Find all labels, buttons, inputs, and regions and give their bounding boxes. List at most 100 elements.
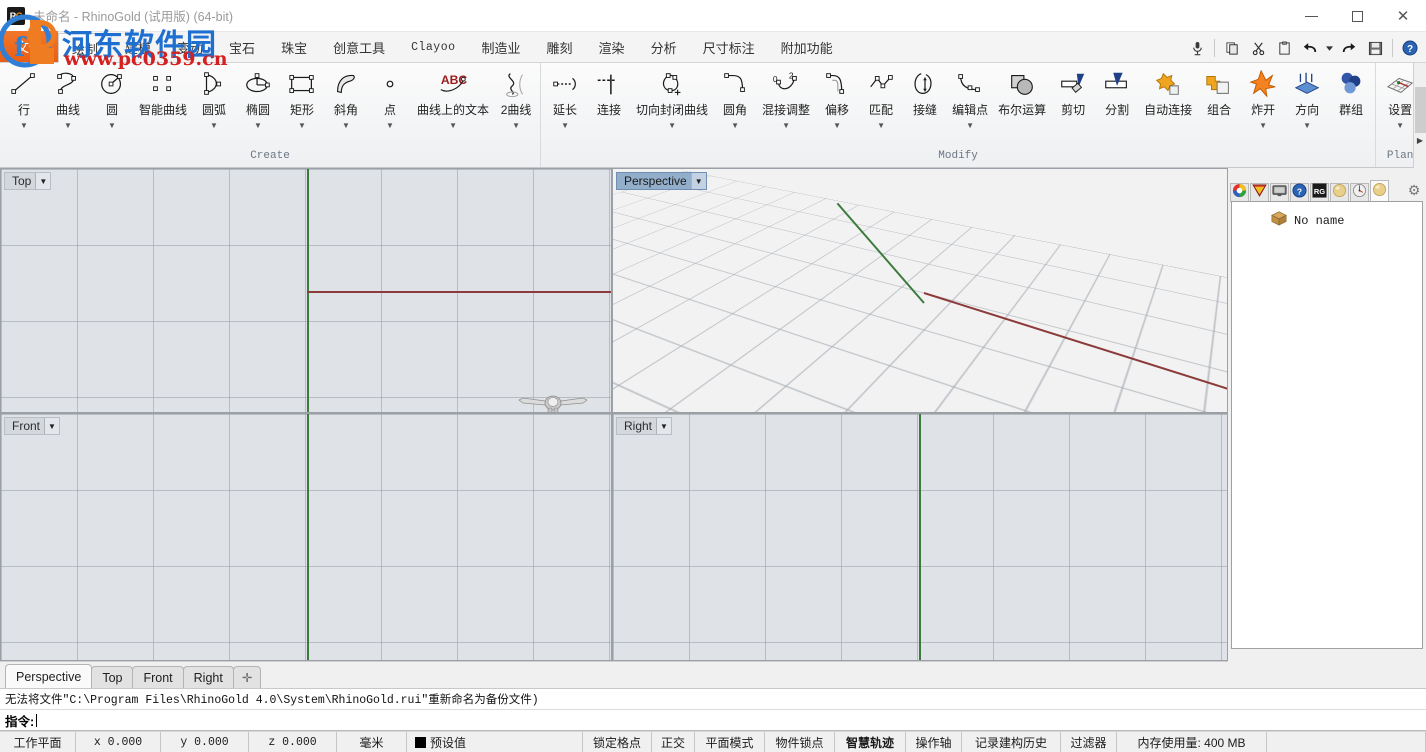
chevron-down-icon[interactable]: ▼ [285, 118, 319, 132]
chevron-down-icon[interactable]: ▼ [690, 173, 706, 189]
chevron-down-icon[interactable]: ▼ [548, 118, 582, 132]
viewport-tab-right[interactable]: Right [182, 666, 234, 688]
ribbon-button-two-curve[interactable]: 2曲线 ▼ [494, 63, 538, 132]
menu-tab-11[interactable]: 分析 [638, 33, 690, 62]
ribbon-button-join[interactable]: 组合▼ [1197, 63, 1241, 132]
chevron-down-icon[interactable]: ▼ [95, 118, 129, 132]
status-cell-5[interactable]: 毫米 [337, 732, 407, 752]
menu-tab-7[interactable]: Clayoo [398, 33, 468, 62]
chevron-down-icon[interactable]: ▼ [762, 118, 810, 132]
chevron-down-icon[interactable]: ▼ [417, 118, 489, 132]
ribbon-button-auto-join[interactable]: 自动连接▼ [1139, 63, 1197, 132]
right-panel-tab-2[interactable] [1250, 183, 1269, 202]
redo-icon[interactable] [1337, 36, 1361, 60]
right-panel-tab-3[interactable] [1270, 183, 1289, 202]
menu-tab-8[interactable]: 制造业 [469, 33, 534, 62]
chevron-down-icon[interactable]: ▼ [1246, 118, 1280, 132]
status-cell-15[interactable]: 内存使用量: 400 MB [1117, 732, 1267, 752]
ribbon-button-group[interactable]: 群组▼ [1329, 63, 1373, 132]
close-button[interactable]: ✕ [1380, 0, 1426, 32]
chevron-down-icon[interactable]: ▼ [820, 118, 854, 132]
status-cell-11[interactable]: 智慧轨迹 [835, 732, 906, 752]
viewport-perspective[interactable]: Perspective ▼ [612, 168, 1228, 413]
ribbon-button-fillet[interactable]: 圆角 ▼ [713, 63, 757, 132]
chevron-down-icon[interactable]: ▼ [1383, 118, 1417, 132]
ribbon-button-point[interactable]: 点 ▼ [368, 63, 412, 132]
ribbon-button-curve[interactable]: 曲线 ▼ [46, 63, 90, 132]
ribbon-button-edit-points[interactable]: 编辑点 ▼ [947, 63, 993, 132]
status-cell-2[interactable]: x 0.000 [76, 732, 161, 752]
menu-tab-10[interactable]: 渲染 [586, 33, 638, 62]
chevron-down-icon[interactable]: ▼ [7, 118, 41, 132]
chevron-down-icon[interactable]: ▼ [197, 118, 231, 132]
gear-icon[interactable]: ⚙ [1405, 181, 1423, 199]
chevron-down-icon[interactable]: ▼ [35, 173, 51, 189]
menu-tab-1[interactable]: 绘制 [58, 33, 113, 63]
chevron-down-icon[interactable]: ▼ [329, 118, 363, 132]
right-panel-tab-4[interactable]: ? [1290, 183, 1309, 202]
chevron-down-icon[interactable]: ▼ [499, 118, 533, 132]
ribbon-button-seam[interactable]: 接缝▼ [903, 63, 947, 132]
chevron-down-icon[interactable]: ▼ [44, 418, 60, 434]
help-icon[interactable]: ? [1398, 36, 1422, 60]
microphone-icon[interactable] [1185, 36, 1209, 60]
chevron-down-icon[interactable]: ▼ [241, 118, 275, 132]
viewport-front[interactable]: Front ▼ [0, 413, 612, 661]
chevron-down-icon[interactable]: ▼ [864, 118, 898, 132]
right-panel-tab-8[interactable] [1370, 180, 1389, 202]
right-panel-tab-6[interactable] [1330, 183, 1349, 202]
status-cell-14[interactable]: 过滤器 [1061, 732, 1117, 752]
right-panel-tab-7[interactable] [1350, 183, 1369, 202]
chevron-down-icon[interactable]: ▼ [373, 118, 407, 132]
ribbon-button-blend-adjust[interactable]: 0 2 混接调整 ▼ [757, 63, 815, 132]
ribbon-button-ellipse[interactable]: 椭圆 ▼ [236, 63, 280, 132]
status-cell-6[interactable]: 预设值 [407, 732, 583, 752]
ribbon-button-circle[interactable]: 圆 ▼ [90, 63, 134, 132]
ribbon-button-match[interactable]: 匹配 ▼ [859, 63, 903, 132]
cut-icon[interactable] [1246, 36, 1270, 60]
menu-tab-9[interactable]: 雕刻 [534, 33, 586, 62]
ribbon-scroll-arrow[interactable]: ▶ [1413, 63, 1426, 168]
chevron-down-icon[interactable]: ▼ [952, 118, 988, 132]
viewport-label-top[interactable]: Top ▼ [4, 172, 52, 190]
ribbon-button-connect[interactable]: 连接▼ [587, 63, 631, 132]
status-cell-9[interactable]: 平面模式 [695, 732, 765, 752]
viewport-tab-front[interactable]: Front [132, 666, 184, 688]
status-cell-4[interactable]: z 0.000 [249, 732, 337, 752]
viewport-label-right[interactable]: Right ▼ [616, 417, 673, 435]
menu-tab-13[interactable]: 附加功能 [768, 33, 846, 62]
ribbon-button-extend[interactable]: 延长 ▼ [543, 63, 587, 132]
viewport-right[interactable]: Right ▼ [612, 413, 1228, 661]
ribbon-button-explode[interactable]: 炸开 ▼ [1241, 63, 1285, 132]
add-viewport-button[interactable]: ✛ [232, 666, 262, 688]
copy-icon[interactable] [1220, 36, 1244, 60]
status-cell-1[interactable]: 工作平面 [0, 732, 76, 752]
ribbon-button-trim[interactable]: 剪切▼ [1051, 63, 1095, 132]
undo-dropdown-icon[interactable] [1324, 36, 1335, 60]
right-panel-tab-1[interactable] [1230, 183, 1249, 202]
chevron-down-icon[interactable]: ▼ [51, 118, 85, 132]
menu-tab-5[interactable]: 珠宝 [268, 33, 320, 62]
menu-tab-6[interactable]: 创意工具 [320, 33, 398, 62]
ribbon-button-arc[interactable]: 圆弧 ▼ [192, 63, 236, 132]
ribbon-button-boolean[interactable]: 布尔运算▼ [993, 63, 1051, 132]
command-line[interactable]: 指令: [0, 709, 1426, 731]
menu-tab-12[interactable]: 尺寸标注 [690, 33, 768, 62]
chevron-down-icon[interactable]: ▼ [1290, 118, 1324, 132]
ribbon-button-direction[interactable]: 方向 ▼ [1285, 63, 1329, 132]
paste-icon[interactable] [1272, 36, 1296, 60]
ribbon-button-rectangle[interactable]: 矩形 ▼ [280, 63, 324, 132]
status-cell-12[interactable]: 操作轴 [906, 732, 962, 752]
chevron-down-icon[interactable]: ▼ [718, 118, 752, 132]
chevron-down-icon[interactable]: ▼ [656, 418, 672, 434]
status-cell-10[interactable]: 物件锁点 [765, 732, 835, 752]
ribbon-button-text-on-curve[interactable]: ABC 曲线上的文本 ▼ [412, 63, 494, 132]
tab-file[interactable]: 文件 [0, 31, 58, 62]
ribbon-button-offset[interactable]: 偏移 ▼ [815, 63, 859, 132]
chevron-down-icon[interactable]: ▼ [636, 118, 708, 132]
ribbon-button-bevel[interactable]: 斜角 ▼ [324, 63, 368, 132]
ribbon-button-tangent-closed-curve[interactable]: 切向封闭曲线 ▼ [631, 63, 713, 132]
ribbon-button-smart-curve[interactable]: 智能曲线▼ [134, 63, 192, 132]
viewport-tab-top[interactable]: Top [91, 666, 134, 688]
status-cell-3[interactable]: y 0.000 [161, 732, 249, 752]
